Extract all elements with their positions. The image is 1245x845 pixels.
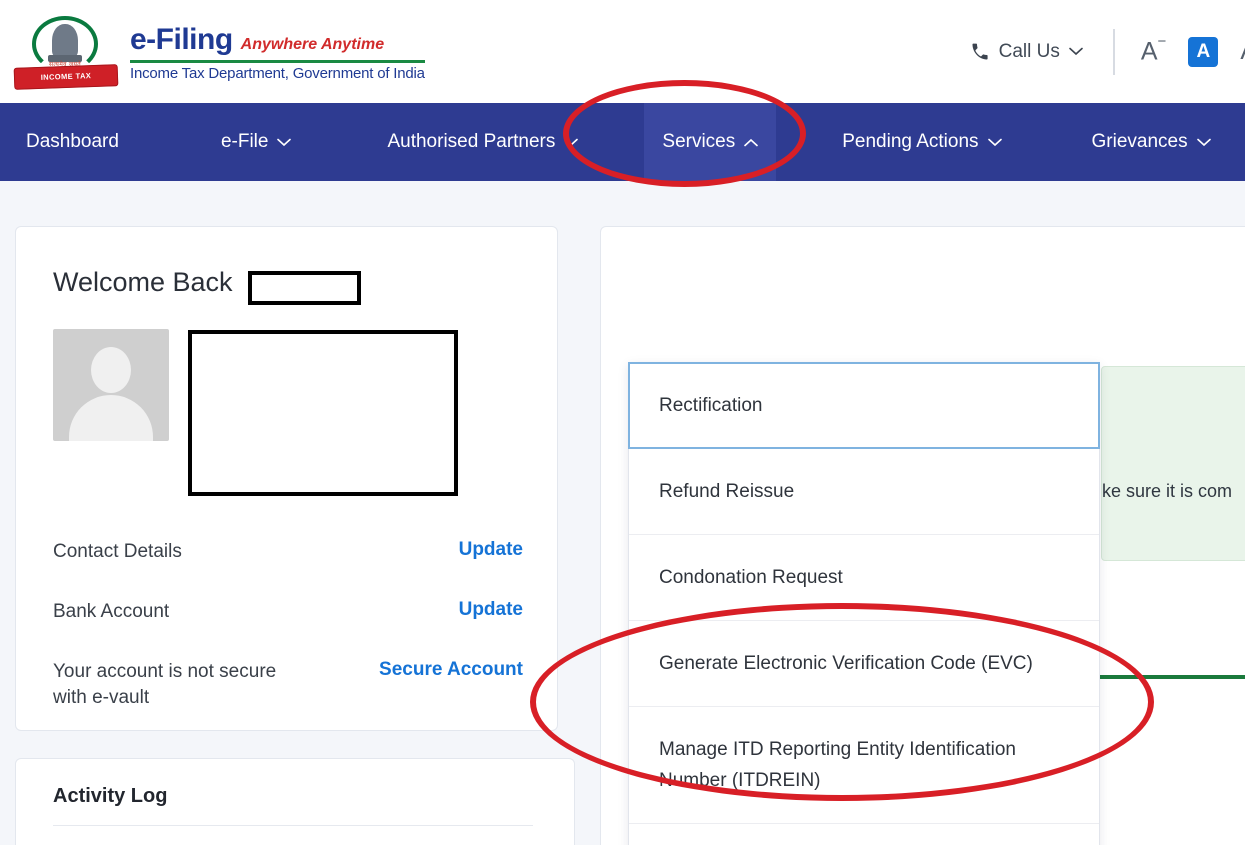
update-contact-details-link[interactable]: Update bbox=[459, 539, 523, 561]
chevron-up-icon bbox=[744, 138, 759, 146]
nav-item-dashboard[interactable]: Dashboard bbox=[8, 103, 137, 181]
avatar-head-shape bbox=[91, 347, 131, 393]
font-size-controls: A− A A bbox=[1140, 34, 1245, 67]
header-divider bbox=[1112, 28, 1115, 75]
update-bank-account-link[interactable]: Update bbox=[459, 599, 523, 621]
profile-row-label: Contact Details bbox=[53, 541, 182, 562]
nav-item-grievances[interactable]: Grievances bbox=[1074, 103, 1229, 181]
nav-item-pending-actions[interactable]: Pending Actions bbox=[824, 103, 1019, 181]
avatar bbox=[53, 329, 169, 441]
nav-item-authorised-partners[interactable]: Authorised Partners bbox=[369, 103, 596, 181]
activity-log-card: Activity Log bbox=[15, 758, 575, 845]
font-decrease-label: A bbox=[1140, 37, 1158, 66]
nav-label-grievances: Grievances bbox=[1091, 131, 1188, 152]
nav-label-authorised-partners: Authorised Partners bbox=[387, 131, 556, 152]
chevron-down-icon bbox=[277, 138, 292, 146]
redacted-user-name bbox=[248, 271, 361, 305]
lion-capital-icon bbox=[48, 23, 82, 62]
chevron-down-icon bbox=[987, 138, 1002, 146]
chevron-down-icon bbox=[1196, 138, 1211, 146]
services-dropdown-menu: Rectification Refund Reissue Condonation… bbox=[628, 362, 1100, 845]
menu-item-generate-evc[interactable]: Generate Electronic Verification Code (E… bbox=[629, 621, 1099, 707]
brand-name: e-Filing bbox=[130, 23, 233, 56]
welcome-heading: Welcome Back bbox=[53, 267, 233, 297]
menu-item-manage-itdrein[interactable]: Manage ITD Reporting Entity Identificati… bbox=[629, 707, 1099, 824]
font-increase-button[interactable]: A bbox=[1240, 39, 1245, 64]
page-root: सत्यमेव जयते INCOME TAX DEPARTMENT e-Fil… bbox=[0, 0, 1245, 845]
nav-item-efile[interactable]: e-File bbox=[203, 103, 310, 181]
brand-tagline: Anywhere Anytime bbox=[240, 36, 385, 53]
secure-account-link[interactable]: Secure Account bbox=[379, 659, 523, 681]
header-utilities: Call Us A− A A bbox=[970, 0, 1245, 103]
nav-item-services[interactable]: Services bbox=[644, 103, 777, 181]
activity-log-divider bbox=[53, 825, 533, 826]
phone-icon bbox=[972, 43, 988, 59]
font-normal-button[interactable]: A bbox=[1188, 36, 1219, 67]
chevron-down-icon bbox=[564, 138, 579, 146]
site-header: सत्यमेव जयते INCOME TAX DEPARTMENT e-Fil… bbox=[0, 0, 1245, 103]
profile-row-evault: Your account is not secure with e-vault … bbox=[53, 659, 523, 711]
profile-action-rows: Contact Details Update Bank Account Upda… bbox=[53, 539, 523, 745]
chevron-down-icon bbox=[1069, 47, 1083, 56]
info-alert-text: ke sure it is com bbox=[1102, 481, 1233, 501]
brand-divider bbox=[130, 60, 425, 63]
profile-row-label: Bank Account bbox=[53, 601, 170, 622]
nav-label-pending-actions: Pending Actions bbox=[842, 131, 979, 152]
font-decrease-sign: − bbox=[1157, 33, 1167, 51]
nav-label-efile: e-File bbox=[220, 131, 269, 152]
profile-row-contact-details: Contact Details Update bbox=[53, 539, 523, 565]
nav-label-dashboard: Dashboard bbox=[26, 131, 119, 152]
call-us-label: Call Us bbox=[998, 40, 1060, 62]
menu-item-refund-reissue[interactable]: Refund Reissue bbox=[629, 449, 1099, 535]
redacted-user-details bbox=[188, 330, 458, 496]
info-alert-banner: ke sure it is com bbox=[1101, 366, 1245, 561]
income-tax-emblem-icon: सत्यमेव जयते INCOME TAX DEPARTMENT bbox=[13, 12, 119, 103]
main-navigation: Dashboard e-File Authorised Partners Ser… bbox=[0, 103, 1245, 181]
page-content: Welcome Back Contact Details Update Bank… bbox=[0, 181, 1245, 845]
menu-item-condonation-request[interactable]: Condonation Request bbox=[629, 535, 1099, 621]
avatar-body-shape bbox=[69, 395, 153, 441]
profile-row-bank-account: Bank Account Update bbox=[53, 599, 523, 625]
brand-title-row: e-Filing Anywhere Anytime bbox=[130, 23, 425, 57]
font-decrease-button[interactable]: A− bbox=[1140, 34, 1166, 66]
department-name: Income Tax Department, Government of Ind… bbox=[130, 65, 425, 82]
profile-row-label: Your account is not secure with e-vault bbox=[53, 661, 277, 708]
activity-log-title: Activity Log bbox=[53, 785, 168, 807]
emblem-ribbon: INCOME TAX DEPARTMENT bbox=[13, 63, 119, 103]
brand-logo[interactable]: सत्यमेव जयते INCOME TAX DEPARTMENT e-Fil… bbox=[13, 12, 425, 103]
profile-card: Welcome Back Contact Details Update Bank… bbox=[15, 226, 558, 731]
call-us-button[interactable]: Call Us bbox=[970, 41, 1083, 63]
nav-label-services: Services bbox=[662, 131, 736, 152]
menu-item-view-download-epan[interactable]: View/Download E-PAN bbox=[629, 824, 1099, 845]
brand-text-block: e-Filing Anywhere Anytime Income Tax Dep… bbox=[130, 21, 425, 82]
menu-item-rectification[interactable]: Rectification bbox=[628, 362, 1100, 449]
